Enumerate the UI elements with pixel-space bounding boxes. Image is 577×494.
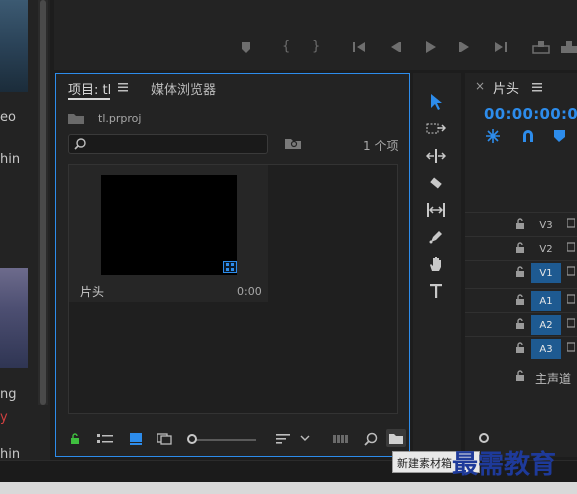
go-to-in-icon[interactable]: [352, 41, 366, 53]
sequence-badge-icon: [223, 261, 237, 273]
lock-icon[interactable]: [515, 342, 525, 354]
project-folder-icon: [68, 112, 84, 124]
project-items-area: 片头 0:00: [68, 164, 398, 414]
track-toggle-icon[interactable]: [567, 317, 575, 329]
find-bin-icon[interactable]: [285, 137, 301, 149]
mark-in-icon[interactable]: {: [282, 39, 290, 54]
track-row[interactable]: V3: [465, 212, 577, 236]
close-icon[interactable]: ×: [475, 79, 485, 93]
go-to-out-icon[interactable]: [494, 41, 508, 53]
search-input[interactable]: [68, 134, 268, 154]
track-target-label[interactable]: A2: [531, 315, 561, 335]
track-target-label[interactable]: V1: [531, 263, 561, 283]
item-count: 1 个项: [363, 139, 399, 153]
timeline-zoom-handle[interactable]: [479, 433, 489, 443]
left-strip-scrollbar[interactable]: [38, 0, 48, 405]
lock-icon[interactable]: [515, 266, 525, 278]
snap-icon[interactable]: [486, 129, 500, 143]
track-select-tool-icon[interactable]: [423, 118, 449, 140]
lock-icon[interactable]: [515, 218, 525, 230]
tab-active-indicator: [68, 98, 110, 100]
lock-icon[interactable]: [515, 242, 525, 254]
lock-icon[interactable]: [70, 433, 80, 445]
clip-thumbnail: [101, 175, 237, 275]
hand-tool-icon[interactable]: [423, 253, 449, 275]
project-panel-toolbar: [56, 422, 409, 456]
pen-tool-icon[interactable]: [423, 226, 449, 248]
media-thumbnail-lake[interactable]: [0, 0, 28, 92]
track-row[interactable]: A2: [465, 312, 577, 336]
new-bin-folder-icon: [389, 433, 403, 444]
lock-icon[interactable]: [515, 318, 525, 330]
master-track-label: 主声道: [535, 372, 572, 386]
sequence-tab[interactable]: 片头: [493, 78, 519, 97]
clip-name: 片头: [80, 285, 105, 299]
playhead-timecode[interactable]: 00:00:00:01: [484, 105, 577, 123]
left-strip-text: hin: [0, 152, 21, 167]
search-icon: [74, 138, 86, 150]
track-row[interactable]: A1: [465, 288, 577, 312]
track-target-label[interactable]: V2: [531, 239, 561, 259]
tab-media-browser[interactable]: 媒体浏览器: [151, 79, 216, 98]
tab-project[interactable]: 项目: tl: [68, 79, 111, 98]
lock-icon[interactable]: [515, 370, 525, 382]
list-view-icon[interactable]: [97, 433, 113, 445]
premiere-workspace: eo hin ng y hin { } 项目: tl 媒体浏览器 tl.prpr…: [0, 0, 577, 494]
step-back-icon[interactable]: [388, 41, 402, 53]
media-thumbnail-sunset[interactable]: [0, 268, 28, 368]
mark-out-icon[interactable]: }: [312, 39, 320, 54]
selection-tool-icon[interactable]: [423, 91, 449, 113]
type-tool-icon[interactable]: [423, 280, 449, 302]
clip-duration: 0:00: [237, 285, 262, 298]
zoom-slider-track[interactable]: [191, 439, 256, 441]
track-toggle-icon[interactable]: [567, 217, 575, 229]
track-row[interactable]: V1: [465, 260, 577, 284]
track-row[interactable]: V2: [465, 236, 577, 260]
sequence-clip-item[interactable]: 片头 0:00: [69, 165, 268, 302]
track-toggle-icon[interactable]: [567, 341, 575, 353]
slip-tool-icon[interactable]: [423, 199, 449, 221]
track-row[interactable]: A3: [465, 336, 577, 360]
overwrite-icon[interactable]: [560, 40, 577, 54]
left-panel-strip: eo hin ng y hin: [0, 0, 50, 494]
track-toggle-icon[interactable]: [567, 241, 575, 253]
left-strip-text: ng: [0, 387, 17, 402]
tools-panel: [413, 73, 461, 457]
play-icon[interactable]: [424, 40, 438, 54]
panel-menu-icon[interactable]: [118, 82, 128, 92]
track-target-label[interactable]: V3: [531, 215, 561, 235]
linked-selection-icon[interactable]: [521, 129, 535, 143]
freeform-view-icon[interactable]: [157, 433, 175, 445]
track-toggle-icon[interactable]: [567, 265, 575, 277]
project-panel: 项目: tl 媒体浏览器 tl.prproj 1 个项 片头 0:00: [55, 73, 410, 457]
left-strip-text: y: [0, 410, 8, 425]
find-icon[interactable]: [364, 432, 378, 446]
new-bin-button[interactable]: [386, 429, 406, 447]
lock-icon[interactable]: [515, 294, 525, 306]
step-forward-icon[interactable]: [458, 41, 472, 53]
razor-tool-icon[interactable]: [423, 172, 449, 194]
track-target-label[interactable]: A1: [531, 291, 561, 311]
insert-icon[interactable]: [532, 40, 550, 54]
ripple-edit-tool-icon[interactable]: [423, 145, 449, 167]
left-strip-text: eo: [0, 110, 16, 125]
marker-icon[interactable]: [240, 40, 252, 54]
project-file-name: tl.prproj: [98, 112, 142, 125]
program-monitor-controls: { }: [54, 0, 577, 70]
timeline-panel: × 片头 00:00:00:01 V3 V2 V1 A1 A2 A3 主声道: [465, 73, 577, 457]
track-target-label[interactable]: A3: [531, 339, 561, 359]
panel-menu-icon[interactable]: [532, 82, 542, 92]
watermark-logo: 最需教育: [452, 450, 557, 480]
add-marker-icon[interactable]: [553, 129, 569, 143]
zoom-slider-handle[interactable]: [187, 434, 197, 444]
sort-icon[interactable]: [276, 433, 290, 445]
bottom-strip: [0, 482, 577, 494]
automate-to-sequence-icon[interactable]: [333, 434, 349, 444]
icon-view-icon[interactable]: [130, 433, 142, 445]
track-toggle-icon[interactable]: [567, 293, 575, 305]
chevron-down-icon[interactable]: [300, 434, 310, 442]
